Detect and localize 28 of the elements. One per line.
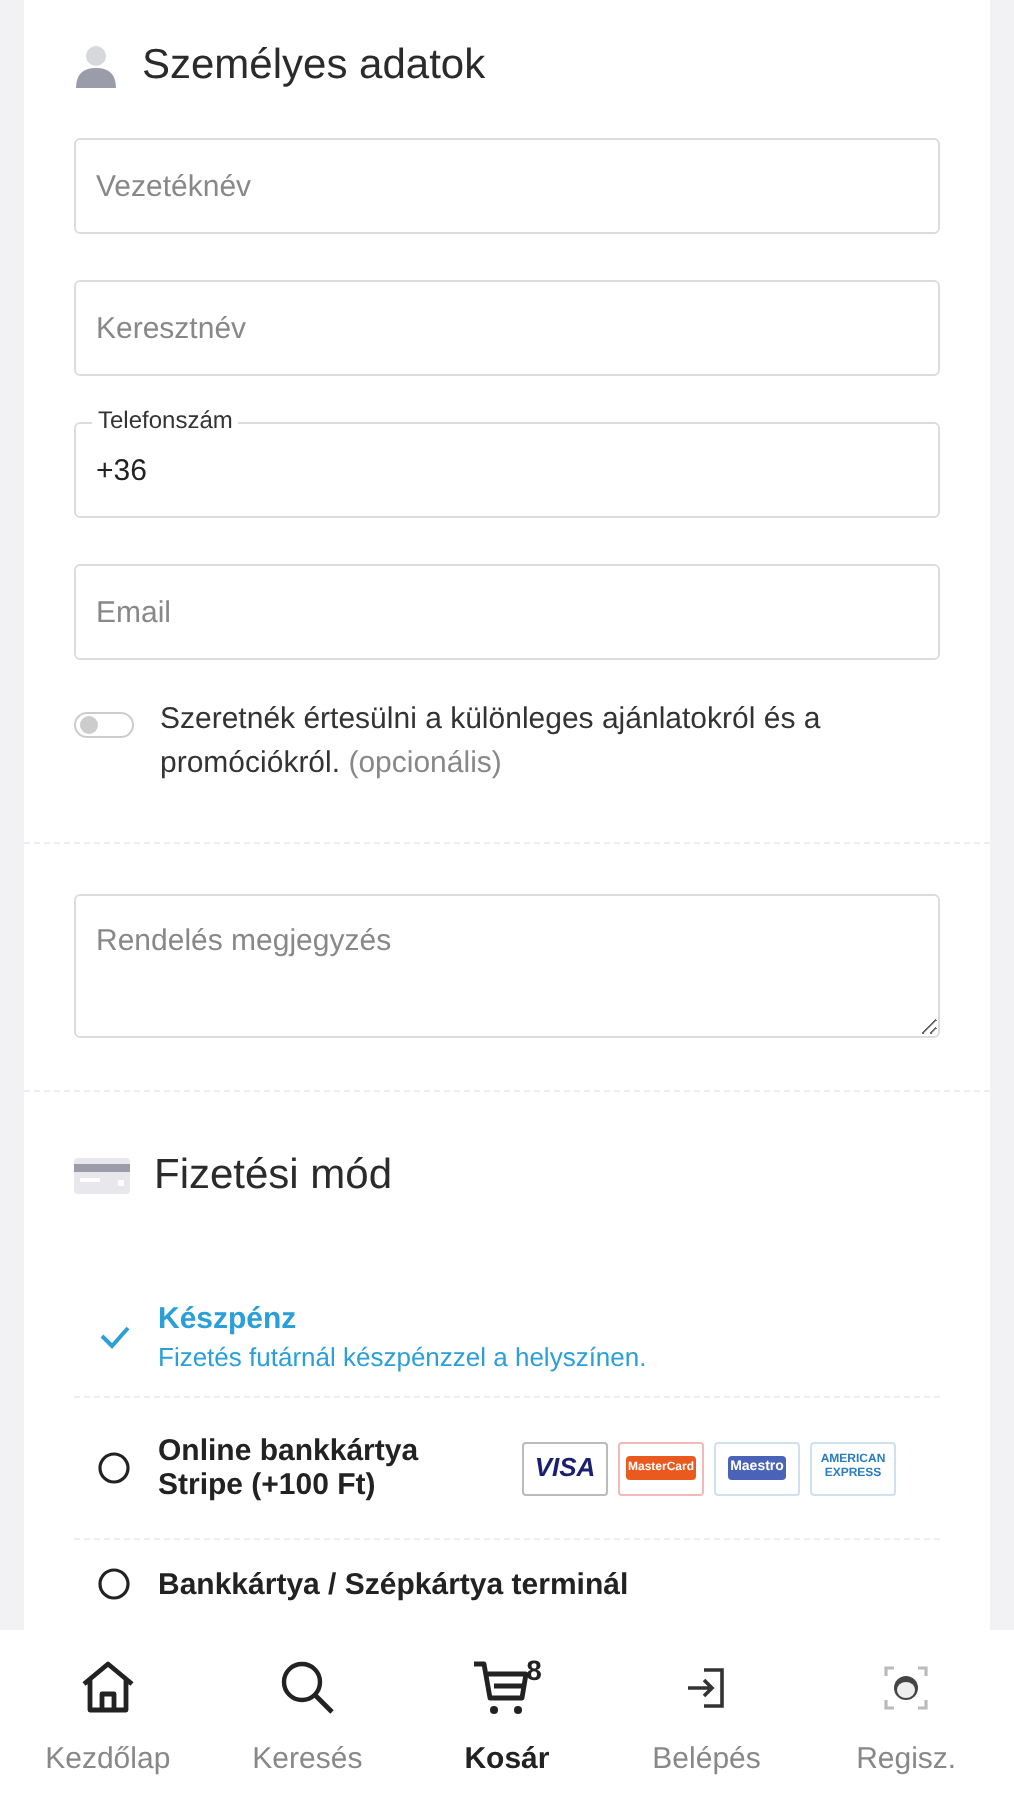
nav-tab[interactable]: Belépés [616, 1630, 797, 1800]
radio-icon [98, 1452, 130, 1484]
option-title: Készpénz [158, 1301, 299, 1335]
newsletter-text: Szeretnék értesülni a különleges ajánlatokról és a promóciókról. (opcionális) [160, 700, 823, 784]
section-title: Fizetési mód [154, 1152, 393, 1200]
credit-card-icon [74, 1158, 130, 1194]
cart-count: 8 [526, 1654, 542, 1686]
nav-tab[interactable]: Keresés [217, 1630, 398, 1800]
nav-tab[interactable]: 8 Kosár [416, 1630, 597, 1800]
payment-option[interactable]: Készpénz Fizetés futárnál készpénzzel a helyszínen. [74, 1276, 940, 1398]
radio-icon [98, 1568, 130, 1600]
card-logo: VISA [522, 1441, 608, 1495]
input-field[interactable]: Email [74, 564, 940, 660]
input-field[interactable]: Keresztnév [74, 280, 940, 376]
note-field[interactable]: Rendelés megjegyzés [74, 894, 940, 1038]
toggle-switch[interactable] [74, 712, 134, 738]
search-icon [277, 1658, 338, 1718]
option-description: Fizetés futárnál készpénzzel a helyszínen. [158, 1341, 647, 1371]
person-icon [74, 44, 118, 88]
payment-option[interactable]: Bankkártya / Szépkártya terminál [74, 1540, 940, 1630]
section-title: Személyes adatok [142, 42, 486, 90]
home-icon [77, 1658, 138, 1718]
nav-tab[interactable]: Kezdőlap [17, 1630, 198, 1800]
nav-tab[interactable]: Regisz. [816, 1630, 997, 1800]
option-title: Online bankkártya Stripe (+100 Ft) [158, 1434, 421, 1502]
option-title: Bankkártya / Szépkártya terminál [158, 1568, 629, 1602]
check-icon [98, 1322, 132, 1350]
input-field[interactable]: Vezetéknév [74, 138, 940, 234]
